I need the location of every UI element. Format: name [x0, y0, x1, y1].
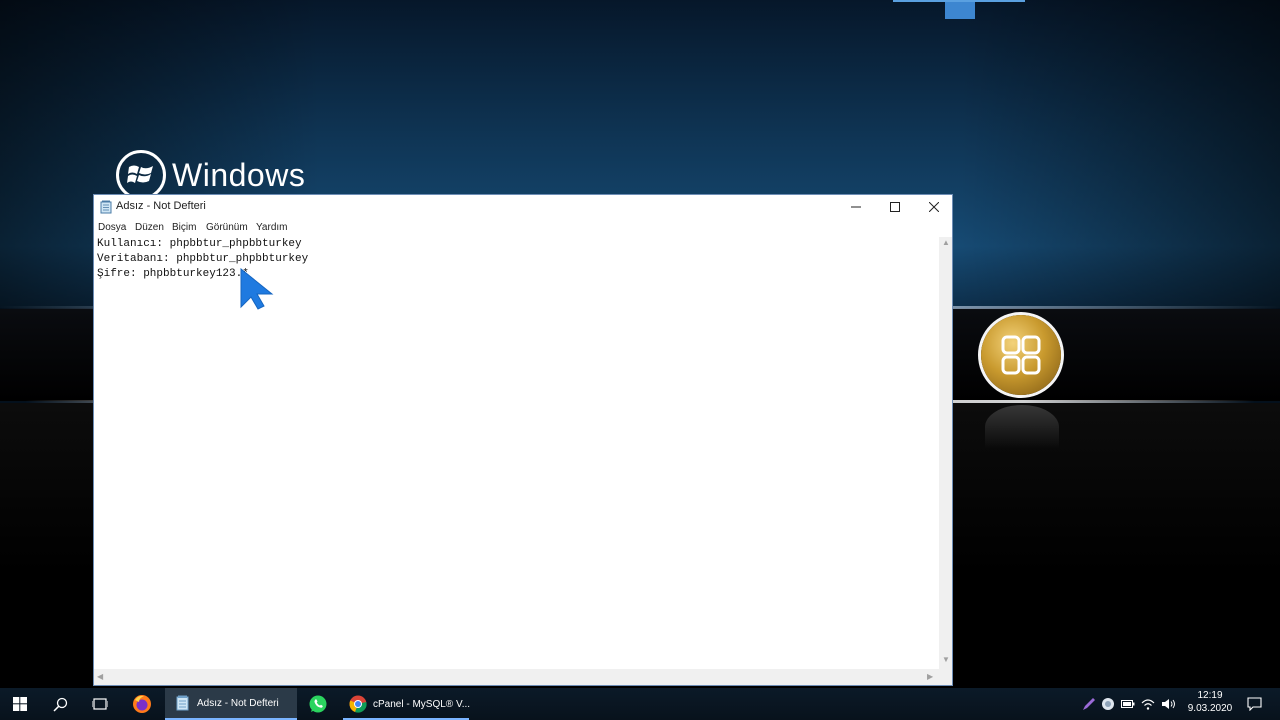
windows-logo-text: Windows — [172, 156, 306, 193]
pen-tray-button[interactable] — [1080, 688, 1098, 720]
menu-edit[interactable]: Düzen — [135, 222, 164, 233]
taskbar-app-notepad[interactable]: Adsız - Not Defteri — [165, 688, 297, 720]
minimize-icon — [850, 206, 861, 208]
task-view-icon — [92, 698, 108, 710]
gold-icon-reflection — [985, 405, 1059, 449]
minimize-button[interactable] — [836, 195, 875, 219]
firefox-button[interactable] — [122, 688, 162, 720]
window-title: Adsız - Not Defteri — [116, 200, 206, 212]
resize-grip[interactable] — [939, 669, 952, 685]
taskbar-app-whatsapp[interactable] — [298, 688, 338, 720]
wifi-tray-button[interactable] — [1139, 688, 1157, 720]
menu-file[interactable]: Dosya — [98, 222, 126, 233]
menu-format[interactable]: Biçim — [172, 222, 196, 233]
search-icon — [52, 697, 67, 712]
taskbar-app-label: cPanel - MySQL® V... — [373, 698, 471, 710]
taskbar-app-chrome[interactable]: cPanel - MySQL® V... — [343, 688, 475, 720]
clock-date: 9.03.2020 — [1187, 703, 1233, 714]
notepad-icon — [100, 200, 113, 214]
chrome-icon — [349, 695, 367, 713]
title-bar[interactable]: Adsız - Not Defteri — [94, 195, 952, 219]
notepad-window: Adsız - Not Defteri Dosya Düzen Biçim Gö… — [93, 194, 953, 686]
taskbar: Adsız - Not Defteri cPanel - MySQL® V... — [0, 688, 1280, 720]
gold-app-icon[interactable] — [981, 315, 1061, 395]
scroll-right-icon[interactable]: ▶ — [927, 672, 933, 681]
menu-bar: Dosya Düzen Biçim Görünüm Yardım — [94, 219, 952, 237]
text-line: Kullanıcı: phpbbtur_phpbbturkey — [97, 238, 302, 250]
pen-icon — [1083, 698, 1095, 710]
close-icon — [928, 202, 939, 212]
close-button[interactable] — [914, 195, 953, 219]
start-button[interactable] — [0, 688, 40, 720]
vertical-scrollbar[interactable]: ▲ ▼ — [939, 237, 952, 669]
maximize-icon — [889, 202, 900, 212]
mouse-pointer-icon — [240, 268, 274, 310]
text-line: Şifre: phpbbturkey123.* — [97, 268, 249, 280]
battery-tray-button[interactable] — [1119, 688, 1137, 720]
text-editor[interactable]: Kullanıcı: phpbbtur_phpbbturkey Veritaba… — [94, 237, 939, 667]
windows-start-icon — [13, 697, 27, 711]
windows-logo: Windows — [116, 150, 305, 200]
scroll-left-icon[interactable]: ◀ — [97, 672, 103, 681]
text-line: Veritabanı: phpbbtur_phpbbturkey — [97, 253, 309, 265]
wifi-icon — [1141, 699, 1155, 710]
globe-icon — [1102, 698, 1114, 710]
notification-icon — [1246, 697, 1262, 711]
windows-flag-icon — [116, 150, 166, 200]
scroll-down-icon[interactable]: ▼ — [942, 655, 950, 664]
desktop-accent-square — [945, 2, 975, 19]
taskbar-clock[interactable]: 12:19 9.03.2020 — [1180, 688, 1240, 720]
firefox-icon — [133, 695, 151, 713]
search-button[interactable] — [40, 688, 80, 720]
menu-help[interactable]: Yardım — [256, 222, 288, 233]
volume-tray-button[interactable] — [1159, 688, 1177, 720]
horizontal-scrollbar[interactable]: ◀ ▶ — [94, 669, 939, 685]
volume-icon — [1161, 699, 1175, 709]
scroll-up-icon[interactable]: ▲ — [942, 238, 950, 247]
notepad-icon — [176, 695, 189, 711]
notifications-button[interactable] — [1240, 688, 1268, 720]
network-tray-button[interactable] — [1099, 688, 1117, 720]
maximize-button[interactable] — [875, 195, 914, 219]
battery-icon — [1121, 700, 1135, 708]
menu-view[interactable]: Görünüm — [206, 222, 248, 233]
clock-time: 12:19 — [1197, 690, 1223, 701]
whatsapp-icon — [309, 695, 327, 713]
task-view-button[interactable] — [80, 688, 120, 720]
taskbar-app-label: Adsız - Not Defteri — [197, 697, 279, 709]
